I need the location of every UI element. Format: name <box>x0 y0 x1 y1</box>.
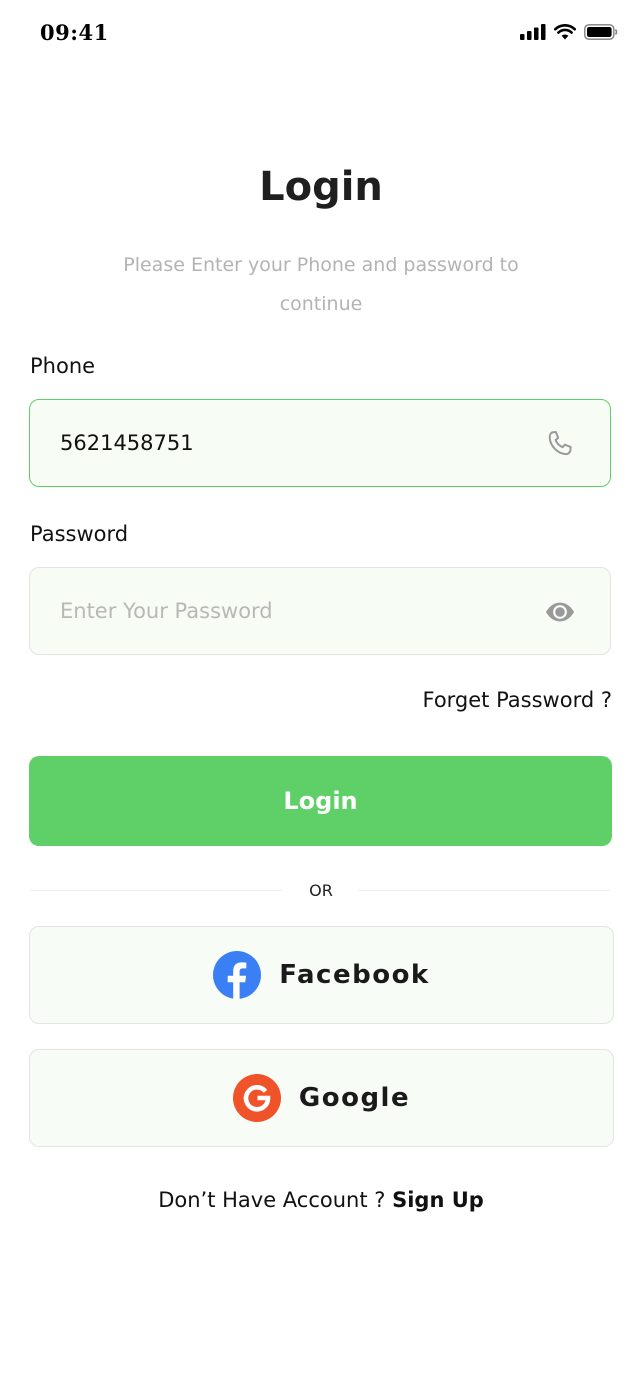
google-label: Google <box>298 1083 411 1113</box>
page-subtitle: Please Enter your Phone and password to … <box>123 254 519 315</box>
eye-icon[interactable] <box>544 596 576 628</box>
battery-icon <box>584 24 618 40</box>
phone-icon <box>548 431 572 456</box>
google-login-button[interactable]: Google <box>29 1049 614 1147</box>
facebook-label: Facebook <box>279 960 430 990</box>
signal-icon <box>520 24 546 40</box>
status-icons <box>520 24 618 40</box>
password-label: Password <box>30 522 129 546</box>
facebook-login-button[interactable]: Facebook <box>29 926 614 1024</box>
status-bar: 09:41 <box>0 0 642 64</box>
phone-input[interactable] <box>60 400 520 486</box>
signup-prompt: Don’t Have Account ? <box>158 1188 393 1212</box>
signup-link[interactable]: Sign Up <box>392 1188 484 1212</box>
login-button[interactable]: Login <box>29 756 612 846</box>
forget-password-link[interactable]: Forget Password ? <box>422 688 612 712</box>
or-divider-text: OR <box>309 881 333 900</box>
wifi-icon <box>554 24 576 40</box>
google-icon <box>232 1074 281 1122</box>
phone-field[interactable] <box>29 399 611 487</box>
facebook-icon <box>213 951 262 999</box>
page-title: Login <box>259 164 383 210</box>
signup-row: Don’t Have Account ? Sign Up <box>0 1188 642 1212</box>
password-input[interactable] <box>60 568 520 654</box>
status-time: 09:41 <box>40 20 109 45</box>
password-field[interactable] <box>29 567 611 655</box>
phone-label: Phone <box>30 354 96 378</box>
